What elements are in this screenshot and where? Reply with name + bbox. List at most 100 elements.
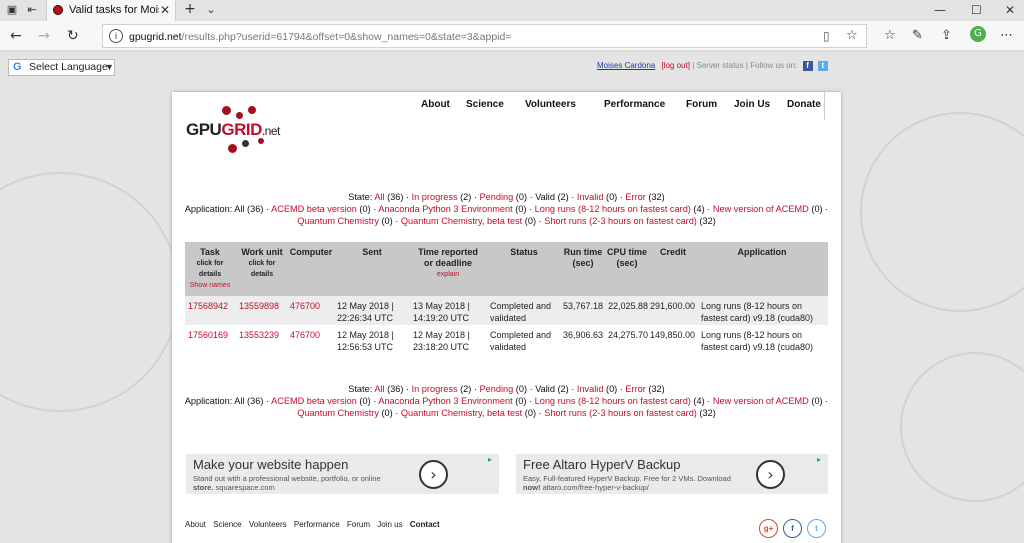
nav-join-us[interactable]: Join Us <box>734 99 770 110</box>
cpu-time-cell: 22,025.88 <box>607 301 648 311</box>
footer-contact[interactable]: Contact <box>410 520 440 529</box>
share-icon[interactable]: ⇪ <box>941 28 952 43</box>
app-anaconda-link[interactable]: Anaconda Python 3 Environment <box>378 204 512 214</box>
computer-link[interactable]: 476700 <box>290 329 320 341</box>
task-link[interactable]: 17568942 <box>188 300 228 312</box>
table-row: 17568942 13559898 476700 12 May 2018 | 22… <box>185 296 828 325</box>
app-anaconda-link[interactable]: Anaconda Python 3 Environment <box>378 396 512 406</box>
browser-tab[interactable]: Valid tasks for Moises C ✕ <box>46 0 176 21</box>
col-sent: Sent <box>362 247 382 257</box>
ad-headline[interactable]: Make your website happen <box>193 457 348 472</box>
table-header: Task click for details Show names Work u… <box>185 242 828 296</box>
logout-link[interactable]: [log out] <box>661 61 689 70</box>
nav-science[interactable]: Science <box>466 99 504 110</box>
workunit-link[interactable]: 13553239 <box>239 329 279 341</box>
col-credit: Credit <box>659 247 686 257</box>
url-bar[interactable]: i gpugrid.net/results.php?userid=61794&o… <box>102 24 867 48</box>
state-pending-link[interactable]: Pending <box>480 192 514 202</box>
nav-performance[interactable]: Performance <box>604 99 665 110</box>
footer-nav: About Science Volunteers Performance For… <box>185 520 445 529</box>
app-long-runs-link[interactable]: Long runs (8-12 hours on fastest card) <box>535 396 691 406</box>
state-in-progress-link[interactable]: In progress <box>412 192 458 202</box>
user-name-link[interactable]: Moises Cardona <box>597 61 655 70</box>
explain-link[interactable]: explain <box>410 269 486 280</box>
app-acemd-beta-link[interactable]: ACEMD beta version <box>271 396 357 406</box>
ad-altaro[interactable]: Free Altaro HyperV Backup Easy, Full-fea… <box>516 454 828 494</box>
show-names-link[interactable]: Show names <box>185 280 235 291</box>
app-short-runs-link[interactable]: Short runs (2-3 hours on fastest card) <box>544 408 697 418</box>
new-tab-icon[interactable]: + <box>184 2 196 16</box>
state-all-link[interactable]: All <box>374 192 384 202</box>
state-error-link[interactable]: Error <box>625 192 645 202</box>
state-all-link[interactable]: All <box>374 384 384 394</box>
facebook-icon[interactable]: f <box>802 61 813 71</box>
state-filter-bottom: State: All (36) · In progress (2) · Pend… <box>348 384 665 394</box>
app-quantum-beta-link[interactable]: Quantum Chemistry, beta test <box>401 408 522 418</box>
state-pending-link[interactable]: Pending <box>480 384 514 394</box>
app-quantum-chem-link[interactable]: Quantum Chemistry <box>297 408 379 418</box>
footer-volunteers[interactable]: Volunteers <box>249 520 287 529</box>
footer-about[interactable]: About <box>185 520 206 529</box>
extension-icon[interactable]: G <box>970 26 986 42</box>
set-aside-tabs-icon[interactable]: ⇤ <box>26 4 38 16</box>
footer-science[interactable]: Science <box>213 520 241 529</box>
ad-headline[interactable]: Free Altaro HyperV Backup <box>523 457 681 472</box>
app-acemd-beta-link[interactable]: ACEMD beta version <box>271 204 357 214</box>
google-plus-icon[interactable]: g+ <box>759 519 778 538</box>
nav-volunteers[interactable]: Volunteers <box>525 99 576 110</box>
ad-arrow-icon[interactable]: › <box>756 460 785 489</box>
tab-manager-icon[interactable]: ▣ <box>6 4 18 16</box>
facebook-share-icon[interactable]: f <box>783 519 802 538</box>
site-info-icon[interactable]: i <box>109 29 123 43</box>
reported-cell: 12 May 2018 | 23:18:20 UTC <box>413 330 470 352</box>
task-link[interactable]: 17560169 <box>188 329 228 341</box>
ad-arrow-icon[interactable]: › <box>419 460 448 489</box>
footer-join-us[interactable]: Join us <box>377 520 402 529</box>
app-long-runs-link[interactable]: Long runs (8-12 hours on fastest card) <box>535 204 691 214</box>
nav-forum[interactable]: Forum <box>686 99 717 110</box>
url-text[interactable]: gpugrid.net/results.php?userid=61794&off… <box>129 31 511 43</box>
maximize-icon[interactable]: ☐ <box>971 3 982 17</box>
state-error-link[interactable]: Error <box>625 384 645 394</box>
footer-performance[interactable]: Performance <box>294 520 340 529</box>
adchoices-icon[interactable]: ▸ <box>817 455 821 464</box>
favorite-star-icon[interactable]: ☆ <box>846 28 858 43</box>
back-icon[interactable]: ← <box>10 28 22 44</box>
refresh-icon[interactable]: ↻ <box>67 28 79 44</box>
favorites-hub-icon[interactable]: ☆ <box>884 28 896 43</box>
pen-icon[interactable]: ✎ <box>912 28 923 43</box>
col-workunit: Work unit click for details <box>241 247 283 278</box>
state-in-progress-link[interactable]: In progress <box>412 384 458 394</box>
app-new-acemd-link[interactable]: New version of ACEMD <box>713 396 809 406</box>
chevron-down-icon[interactable]: ⌄ <box>205 4 217 16</box>
ad-text: Stand out with a professional website, p… <box>193 474 381 492</box>
state-invalid-link[interactable]: Invalid <box>577 192 604 202</box>
app-new-acemd-link[interactable]: New version of ACEMD <box>713 204 809 214</box>
gpugrid-logo[interactable]: GPUGRID.net <box>182 100 292 160</box>
app-quantum-beta-link[interactable]: Quantum Chemistry, beta test <box>401 216 522 226</box>
nav-about[interactable]: About <box>421 99 450 110</box>
application-cell: Long runs (8-12 hours on fastest card) v9… <box>701 301 814 323</box>
more-menu-icon[interactable]: ⋯ <box>1000 28 1013 43</box>
twitter-icon[interactable]: t <box>817 61 828 71</box>
select-language-dropdown[interactable]: G Select Language ▼ <box>8 59 115 76</box>
nav-donate[interactable]: Donate <box>787 99 821 110</box>
close-window-icon[interactable]: ✕ <box>1005 3 1015 17</box>
app-short-runs-link[interactable]: Short runs (2-3 hours on fastest card) <box>544 216 697 226</box>
chevron-down-icon: ▼ <box>105 62 114 72</box>
background-decoration <box>900 352 1024 502</box>
footer-forum[interactable]: Forum <box>347 520 370 529</box>
reading-view-icon[interactable]: ▯ <box>823 29 830 43</box>
app-quantum-chem-link[interactable]: Quantum Chemistry <box>297 216 379 226</box>
twitter-share-icon[interactable]: t <box>807 519 826 538</box>
ad-squarespace[interactable]: Make your website happen Stand out with … <box>186 454 499 494</box>
close-tab-icon[interactable]: ✕ <box>160 3 170 17</box>
application-cell: Long runs (8-12 hours on fastest card) v9… <box>701 330 814 352</box>
computer-link[interactable]: 476700 <box>290 300 320 312</box>
minimize-icon[interactable]: — <box>934 3 946 17</box>
forward-icon[interactable]: → <box>38 28 50 44</box>
workunit-link[interactable]: 13559898 <box>239 300 279 312</box>
server-status-link[interactable]: Server status <box>697 61 744 70</box>
adchoices-icon[interactable]: ▸ <box>488 455 492 464</box>
state-invalid-link[interactable]: Invalid <box>577 384 604 394</box>
